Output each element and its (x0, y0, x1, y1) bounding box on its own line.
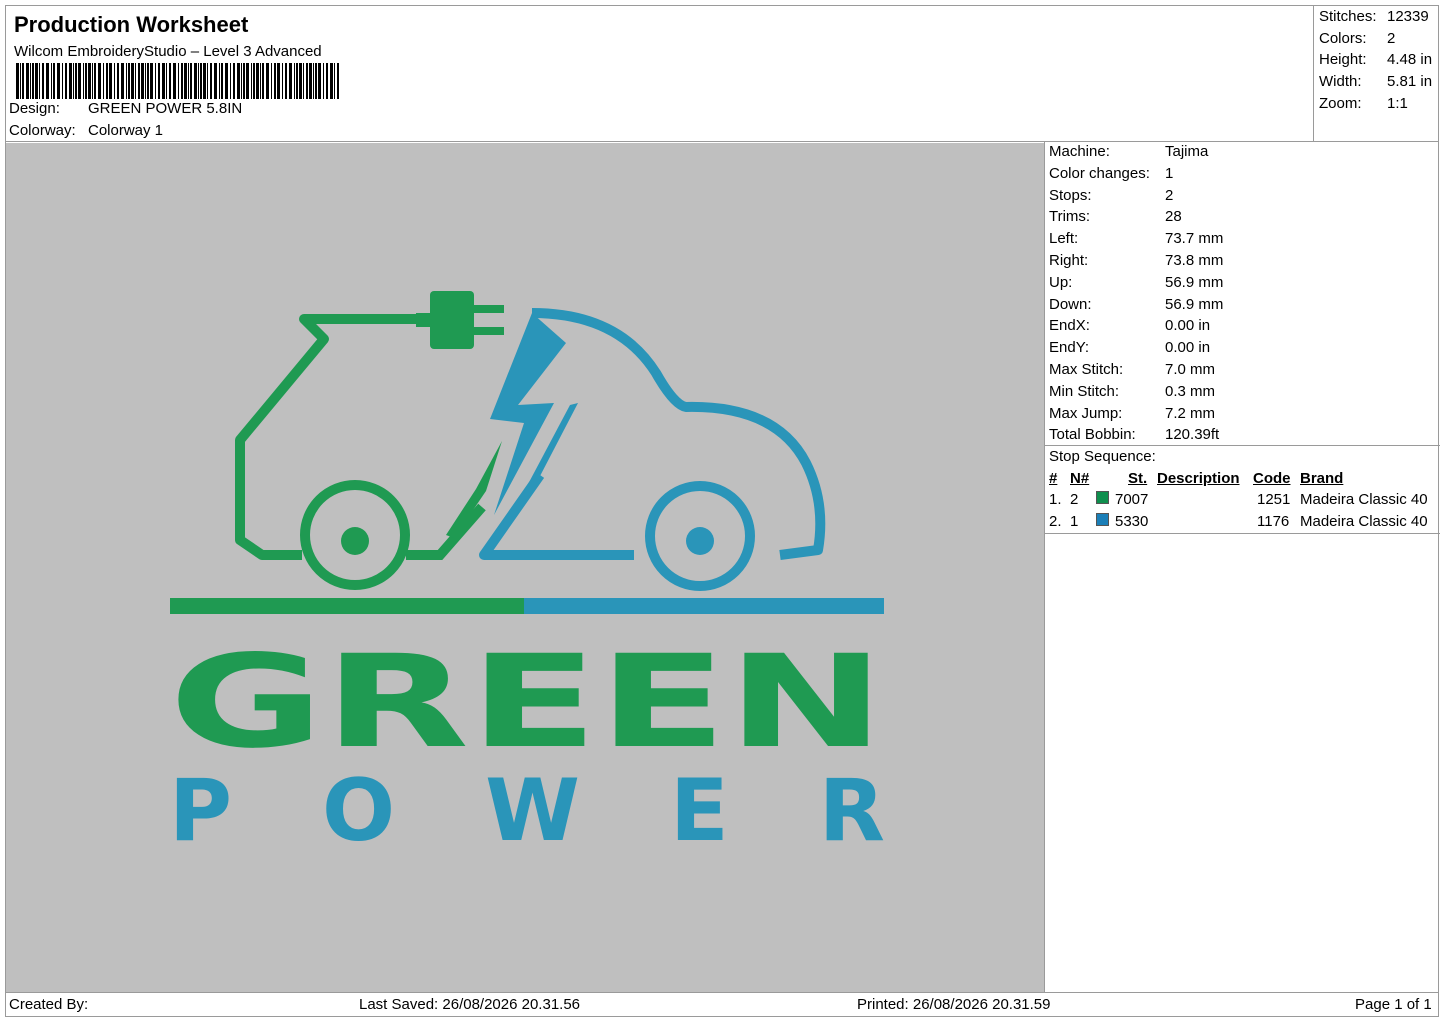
info-value: 2 (1165, 186, 1174, 204)
info-value: 7.2 mm (1165, 404, 1216, 422)
info-value: 0.3 mm (1165, 382, 1216, 400)
colorway-label: Colorway: (9, 122, 76, 139)
info-label: Trims: (1049, 208, 1091, 226)
row-index: 2. (1049, 513, 1062, 530)
created-by: Created By: (9, 996, 89, 1013)
row-brand: Madeira Classic 40 (1300, 491, 1428, 508)
colors-label: Colors: (1319, 30, 1367, 47)
info-value: Tajima (1165, 143, 1209, 160)
row-stitches: 7007 (1115, 491, 1149, 508)
info-label: Max Stitch: (1049, 361, 1124, 378)
barcode (16, 63, 339, 99)
col-description: Description (1157, 470, 1240, 487)
row-code: 1251 (1257, 491, 1291, 508)
embroidery-design: GREEN POWER (169, 291, 885, 861)
summary-stats: Stitches: 12339 Colors: 2 Height: 4.48 i… (1314, 5, 1439, 142)
design-label: Design: (9, 100, 60, 117)
machine-info-panel: Stop Sequence: # N# St. Description Code… (1044, 142, 1440, 993)
col-code: Code (1253, 470, 1291, 487)
info-label: EndY: (1049, 339, 1090, 357)
color-swatch (1096, 513, 1109, 526)
divider (1045, 445, 1440, 446)
col-needle: N# (1070, 470, 1090, 487)
info-value: 73.8 mm (1165, 252, 1224, 269)
worksheet-header: Production Worksheet Wilcom EmbroiderySt… (5, 5, 1314, 142)
info-value: 0.00 in (1165, 339, 1211, 357)
info-value: 120.39ft (1165, 426, 1220, 444)
info-label: Max Jump: (1049, 404, 1123, 422)
colors-value: 2 (1387, 30, 1396, 47)
color-swatch (1096, 491, 1109, 504)
divider (1045, 533, 1440, 534)
colorway-value: Colorway 1 (88, 122, 164, 139)
info-value: 73.7 mm (1165, 230, 1224, 248)
info-label: Up: (1049, 273, 1073, 291)
info-label: Left: (1049, 230, 1079, 248)
col-brand: Brand (1300, 470, 1344, 487)
car-green-bottom (406, 503, 486, 560)
row-needle: 1 (1070, 513, 1079, 530)
info-label: Color changes: (1049, 164, 1150, 182)
height-label: Height: (1319, 51, 1367, 68)
width-value: 5.81 in (1387, 73, 1433, 90)
stitches-label: Stitches: (1319, 8, 1377, 25)
plug-icon (416, 291, 504, 349)
info-value: 7.0 mm (1165, 361, 1216, 378)
ground-line-green (170, 598, 524, 614)
design-text-green: GREEN (169, 628, 885, 777)
info-label: Right: (1049, 252, 1089, 269)
row-needle: 2 (1070, 491, 1079, 508)
info-value: 56.9 mm (1165, 295, 1224, 313)
zoom-value: 1:1 (1387, 95, 1408, 112)
info-label: Min Stitch: (1049, 382, 1120, 400)
wheel-right-hub (686, 527, 714, 555)
printed-date: Printed: 26/08/2026 20.31.59 (857, 996, 1051, 1013)
info-label: EndX: (1049, 317, 1090, 335)
width-label: Width: (1319, 73, 1362, 90)
stop-sequence-title: Stop Sequence: (1049, 448, 1156, 465)
design-value: GREEN POWER 5.8IN (88, 100, 243, 117)
page-number: Page 1 of 1 (1355, 996, 1432, 1013)
worksheet-title: Production Worksheet (14, 12, 249, 37)
wheel-left-hub (341, 527, 369, 555)
info-value: 56.9 mm (1165, 273, 1224, 291)
row-stitches: 5330 (1115, 513, 1149, 530)
row-code: 1176 (1257, 513, 1290, 530)
info-value: 1 (1165, 164, 1174, 182)
stitches-value: 12339 (1387, 8, 1429, 25)
col-stitches: St. (1128, 470, 1148, 487)
info-label: Machine: (1049, 143, 1110, 160)
ground-line-blue (524, 598, 884, 614)
row-brand: Madeira Classic 40 (1300, 513, 1428, 530)
info-value: 28 (1165, 208, 1182, 226)
design-preview: GREEN POWER (6, 143, 1044, 992)
worksheet-footer: Created By: Last Saved: 26/08/2026 20.31… (5, 992, 1439, 1017)
info-label: Down: (1049, 295, 1092, 313)
software-name: Wilcom EmbroideryStudio – Level 3 Advanc… (14, 43, 322, 60)
zoom-label: Zoom: (1319, 95, 1362, 112)
info-value: 0.00 in (1165, 317, 1211, 335)
last-saved: Last Saved: 26/08/2026 20.31.56 (359, 996, 581, 1013)
col-index: # (1049, 470, 1058, 487)
row-index: 1. (1049, 491, 1062, 508)
height-value: 4.48 in (1387, 51, 1433, 68)
info-label: Stops: (1049, 186, 1092, 204)
info-label: Total Bobbin: (1049, 426, 1136, 444)
